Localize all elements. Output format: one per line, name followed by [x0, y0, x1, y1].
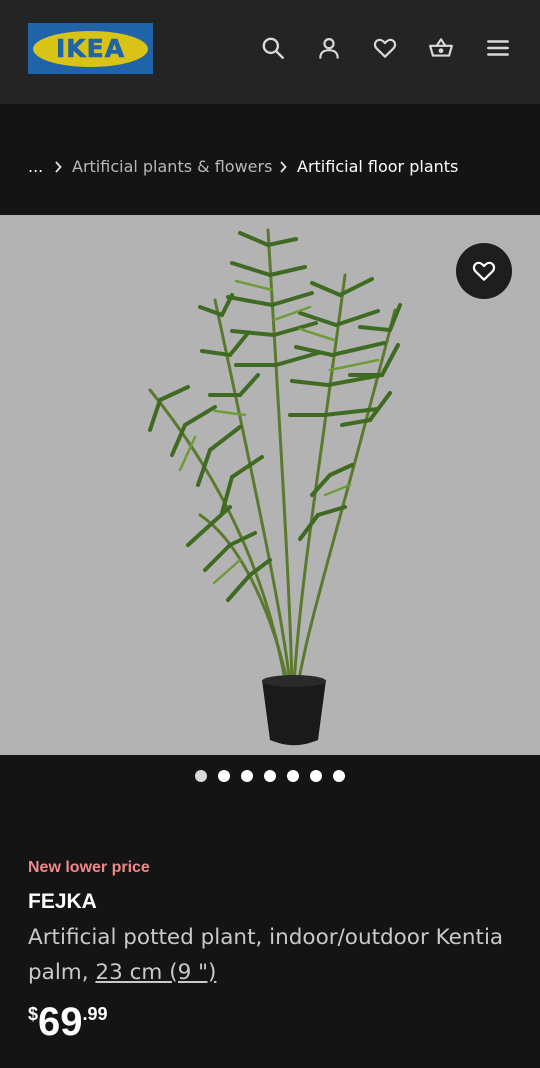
- price-currency: $: [28, 1004, 39, 1024]
- chevron-right-icon: [55, 161, 62, 173]
- carousel-dot[interactable]: [264, 770, 276, 782]
- carousel-dot[interactable]: [287, 770, 299, 782]
- breadcrumb-item-floor-plants: Artificial floor plants: [297, 157, 459, 176]
- product-description: Artificial potted plant, indoor/outdoor …: [28, 920, 518, 990]
- carousel-dot[interactable]: [310, 770, 322, 782]
- logo-oval: IKEA: [33, 30, 148, 67]
- carousel-dot[interactable]: [333, 770, 345, 782]
- logo-text: IKEA: [55, 34, 126, 64]
- price-integer: 69: [38, 1000, 83, 1044]
- search-icon[interactable]: [255, 30, 291, 66]
- image-carousel-dots: [0, 770, 540, 784]
- carousel-dot[interactable]: [241, 770, 253, 782]
- breadcrumb: ... Artificial plants & flowers Artifici…: [0, 104, 540, 215]
- carousel-dot[interactable]: [195, 770, 207, 782]
- add-to-favourites-button[interactable]: [456, 243, 512, 299]
- price-decimals: .99: [82, 1004, 108, 1024]
- product-price: $69.99: [28, 1000, 108, 1044]
- plant-illustration: [148, 228, 402, 746]
- ikea-logo[interactable]: IKEA: [28, 23, 153, 74]
- heart-icon: [472, 261, 496, 281]
- breadcrumb-ellipsis[interactable]: ...: [28, 159, 43, 175]
- product-image[interactable]: [0, 215, 540, 755]
- carousel-dot[interactable]: [218, 770, 230, 782]
- product-size-link[interactable]: 23 cm (9 "): [95, 960, 216, 985]
- breadcrumb-item-artificial-plants[interactable]: Artificial plants & flowers: [72, 159, 272, 175]
- account-icon[interactable]: [311, 30, 347, 66]
- menu-icon[interactable]: [480, 30, 516, 66]
- chevron-right-icon: [280, 161, 287, 173]
- price-badge: New lower price: [28, 859, 150, 876]
- site-header: IKEA: [0, 0, 540, 104]
- basket-icon[interactable]: [423, 30, 459, 66]
- product-name: FEJKA: [28, 890, 97, 913]
- heart-icon[interactable]: [367, 30, 403, 66]
